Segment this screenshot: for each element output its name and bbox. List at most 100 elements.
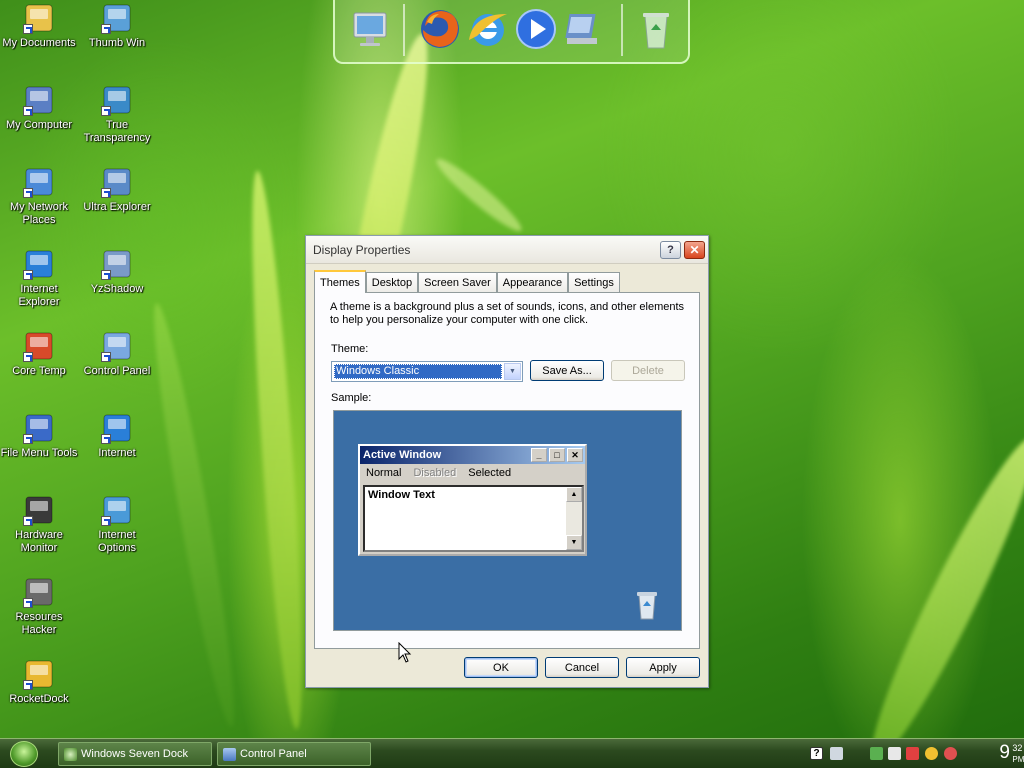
close-circle-icon[interactable] [944,747,957,760]
help-icon[interactable]: ? [810,747,823,760]
shortcut-arrow-icon [101,106,111,116]
network-icon[interactable] [870,747,883,760]
shortcut-arrow-icon [101,434,111,444]
taskbar: Windows Seven Dock Control Panel ? 9 32 … [0,738,1024,768]
sample-window-titlebar: Active Window _ □ ✕ [360,446,585,464]
true-transparency-icon [101,84,133,116]
desktop-icon-file-menu-tools[interactable]: File Menu Tools [0,412,78,460]
dock [333,0,690,64]
start-button[interactable] [10,741,38,767]
desktop-icon-label: My Network Places [9,201,69,226]
shortcut-arrow-icon [101,352,111,362]
wallpaper-blade [431,152,527,238]
desktop-icon-label: Internet [98,447,136,459]
monitor-icon[interactable] [347,6,393,52]
desktop-icon-core-temp[interactable]: Core Temp [0,330,78,378]
help-button[interactable]: ? [660,240,681,259]
desktop-icon-rocketdock[interactable]: RocketDock [0,658,78,706]
chevron-down-icon[interactable]: ▼ [504,363,521,380]
shortcut-arrow-icon [23,516,33,526]
shortcut-arrow-icon [23,434,33,444]
desktop-icon-thumb-win[interactable]: Thumb Win [78,2,156,50]
sample-scrollbar: ▲ ▼ [566,487,582,550]
internet-explorer-icon[interactable] [465,6,511,52]
taskbar-item-control-panel[interactable]: Control Panel [217,742,371,766]
theme-description: A theme is a background plus a set of so… [330,301,685,326]
control-panel-icon [223,748,236,761]
ok-button[interactable]: OK [464,657,538,678]
close-button[interactable]: ✕ [684,240,705,259]
dock-separator [403,4,405,56]
desktop-icon-yzshadow[interactable]: YzShadow [78,248,156,296]
smiley-icon[interactable] [925,747,938,760]
internet-explorer-icon [101,412,133,444]
thermometer-icon [23,330,55,362]
desktop-icon-control-panel[interactable]: Control Panel [78,330,156,378]
theme-select[interactable]: Windows Classic ▼ [331,361,523,382]
network-icon [23,166,55,198]
taskbar-item-label: Control Panel [240,748,307,760]
desktop-icon-label: File Menu Tools [0,447,78,459]
firefox-icon[interactable] [417,6,463,52]
control-panel-icon[interactable] [561,6,607,52]
speaker-icon[interactable] [830,747,843,760]
shortcut-arrow-icon [101,516,111,526]
close-icon: ✕ [567,448,583,462]
taskbar-item-windows-seven-dock[interactable]: Windows Seven Dock [58,742,212,766]
sample-window-text: Window Text ▲ ▼ [363,485,584,552]
desktop-icon-internet-explorer[interactable]: Internet Explorer [0,248,78,309]
desktop-icon-internet-options[interactable]: Internet Options [78,494,156,555]
sample-menu-selected: Selected [468,467,512,479]
media-player-icon[interactable] [513,6,559,52]
desktop-icon-label: Internet Options [98,529,136,554]
recycle-bin-icon[interactable] [633,6,679,52]
themes-panel: A theme is a background plus a set of so… [314,292,700,649]
display-properties-dialog: Display Properties ? ✕ Themes Desktop Sc… [305,235,709,688]
control-panel-icon [101,330,133,362]
desktop-icon-ultra-explorer[interactable]: Ultra Explorer [78,166,156,214]
desktop-icon-true-transparency[interactable]: True Transparency [78,84,156,145]
desktop-icon-label: My Documents [2,37,76,49]
desktop-icon-label: Control Panel [83,365,151,377]
scroll-up-icon: ▲ [566,487,582,502]
desktop-icon-my-network-places[interactable]: My Network Places [0,166,78,227]
taskbar-item-label: Windows Seven Dock [81,748,188,760]
desktop-icon-my-computer[interactable]: My Computer [0,84,78,132]
dock-separator [621,4,623,56]
clock[interactable]: 9 32 PM [999,742,1024,764]
cancel-button[interactable]: Cancel [545,657,619,678]
desktop-icon-label: RocketDock [9,693,69,705]
tab-desktop[interactable]: Desktop [365,272,419,293]
tab-appearance[interactable]: Appearance [496,272,569,293]
desktop-icon-label: Thumb Win [88,37,146,49]
theme-label: Theme: [331,343,369,355]
desktop-icon-internet[interactable]: Internet [78,412,156,460]
desktop-icon-resoures-hacker[interactable]: Resoures Hacker [0,576,78,637]
shield-icon[interactable] [888,747,901,760]
mouse-cursor-icon [398,642,412,663]
minimize-icon: _ [531,448,547,462]
shortcut-arrow-icon [23,352,33,362]
folder-documents-icon [23,2,55,34]
desktop-icon-label: Ultra Explorer [83,201,151,213]
ultra-explorer-icon [101,166,133,198]
dock-app-icon [64,748,77,761]
delete-button[interactable]: Delete [611,360,685,381]
tab-settings[interactable]: Settings [568,272,620,293]
sample-label: Sample: [331,392,372,404]
save-as-button[interactable]: Save As... [530,360,604,381]
desktop-icon-label: Internet Explorer [18,283,60,308]
dialog-titlebar[interactable]: Display Properties ? ✕ [306,236,708,264]
shortcut-arrow-icon [23,188,33,198]
desktop-icon-hardware-monitor[interactable]: Hardware Monitor [0,494,78,555]
tab-themes[interactable]: Themes [314,270,366,293]
firstaid-icon[interactable] [906,747,919,760]
apply-button[interactable]: Apply [626,657,700,678]
desktop-icon-my-documents[interactable]: My Documents [0,2,78,50]
tab-strip: Themes Desktop Screen Saver Appearance S… [314,270,620,293]
theme-select-value: Windows Classic [334,364,502,379]
sample-window-text-label: Window Text [368,489,435,501]
clock-minutes: 32 [1012,743,1023,753]
tab-screen-saver[interactable]: Screen Saver [418,272,497,293]
shortcut-arrow-icon [23,106,33,116]
